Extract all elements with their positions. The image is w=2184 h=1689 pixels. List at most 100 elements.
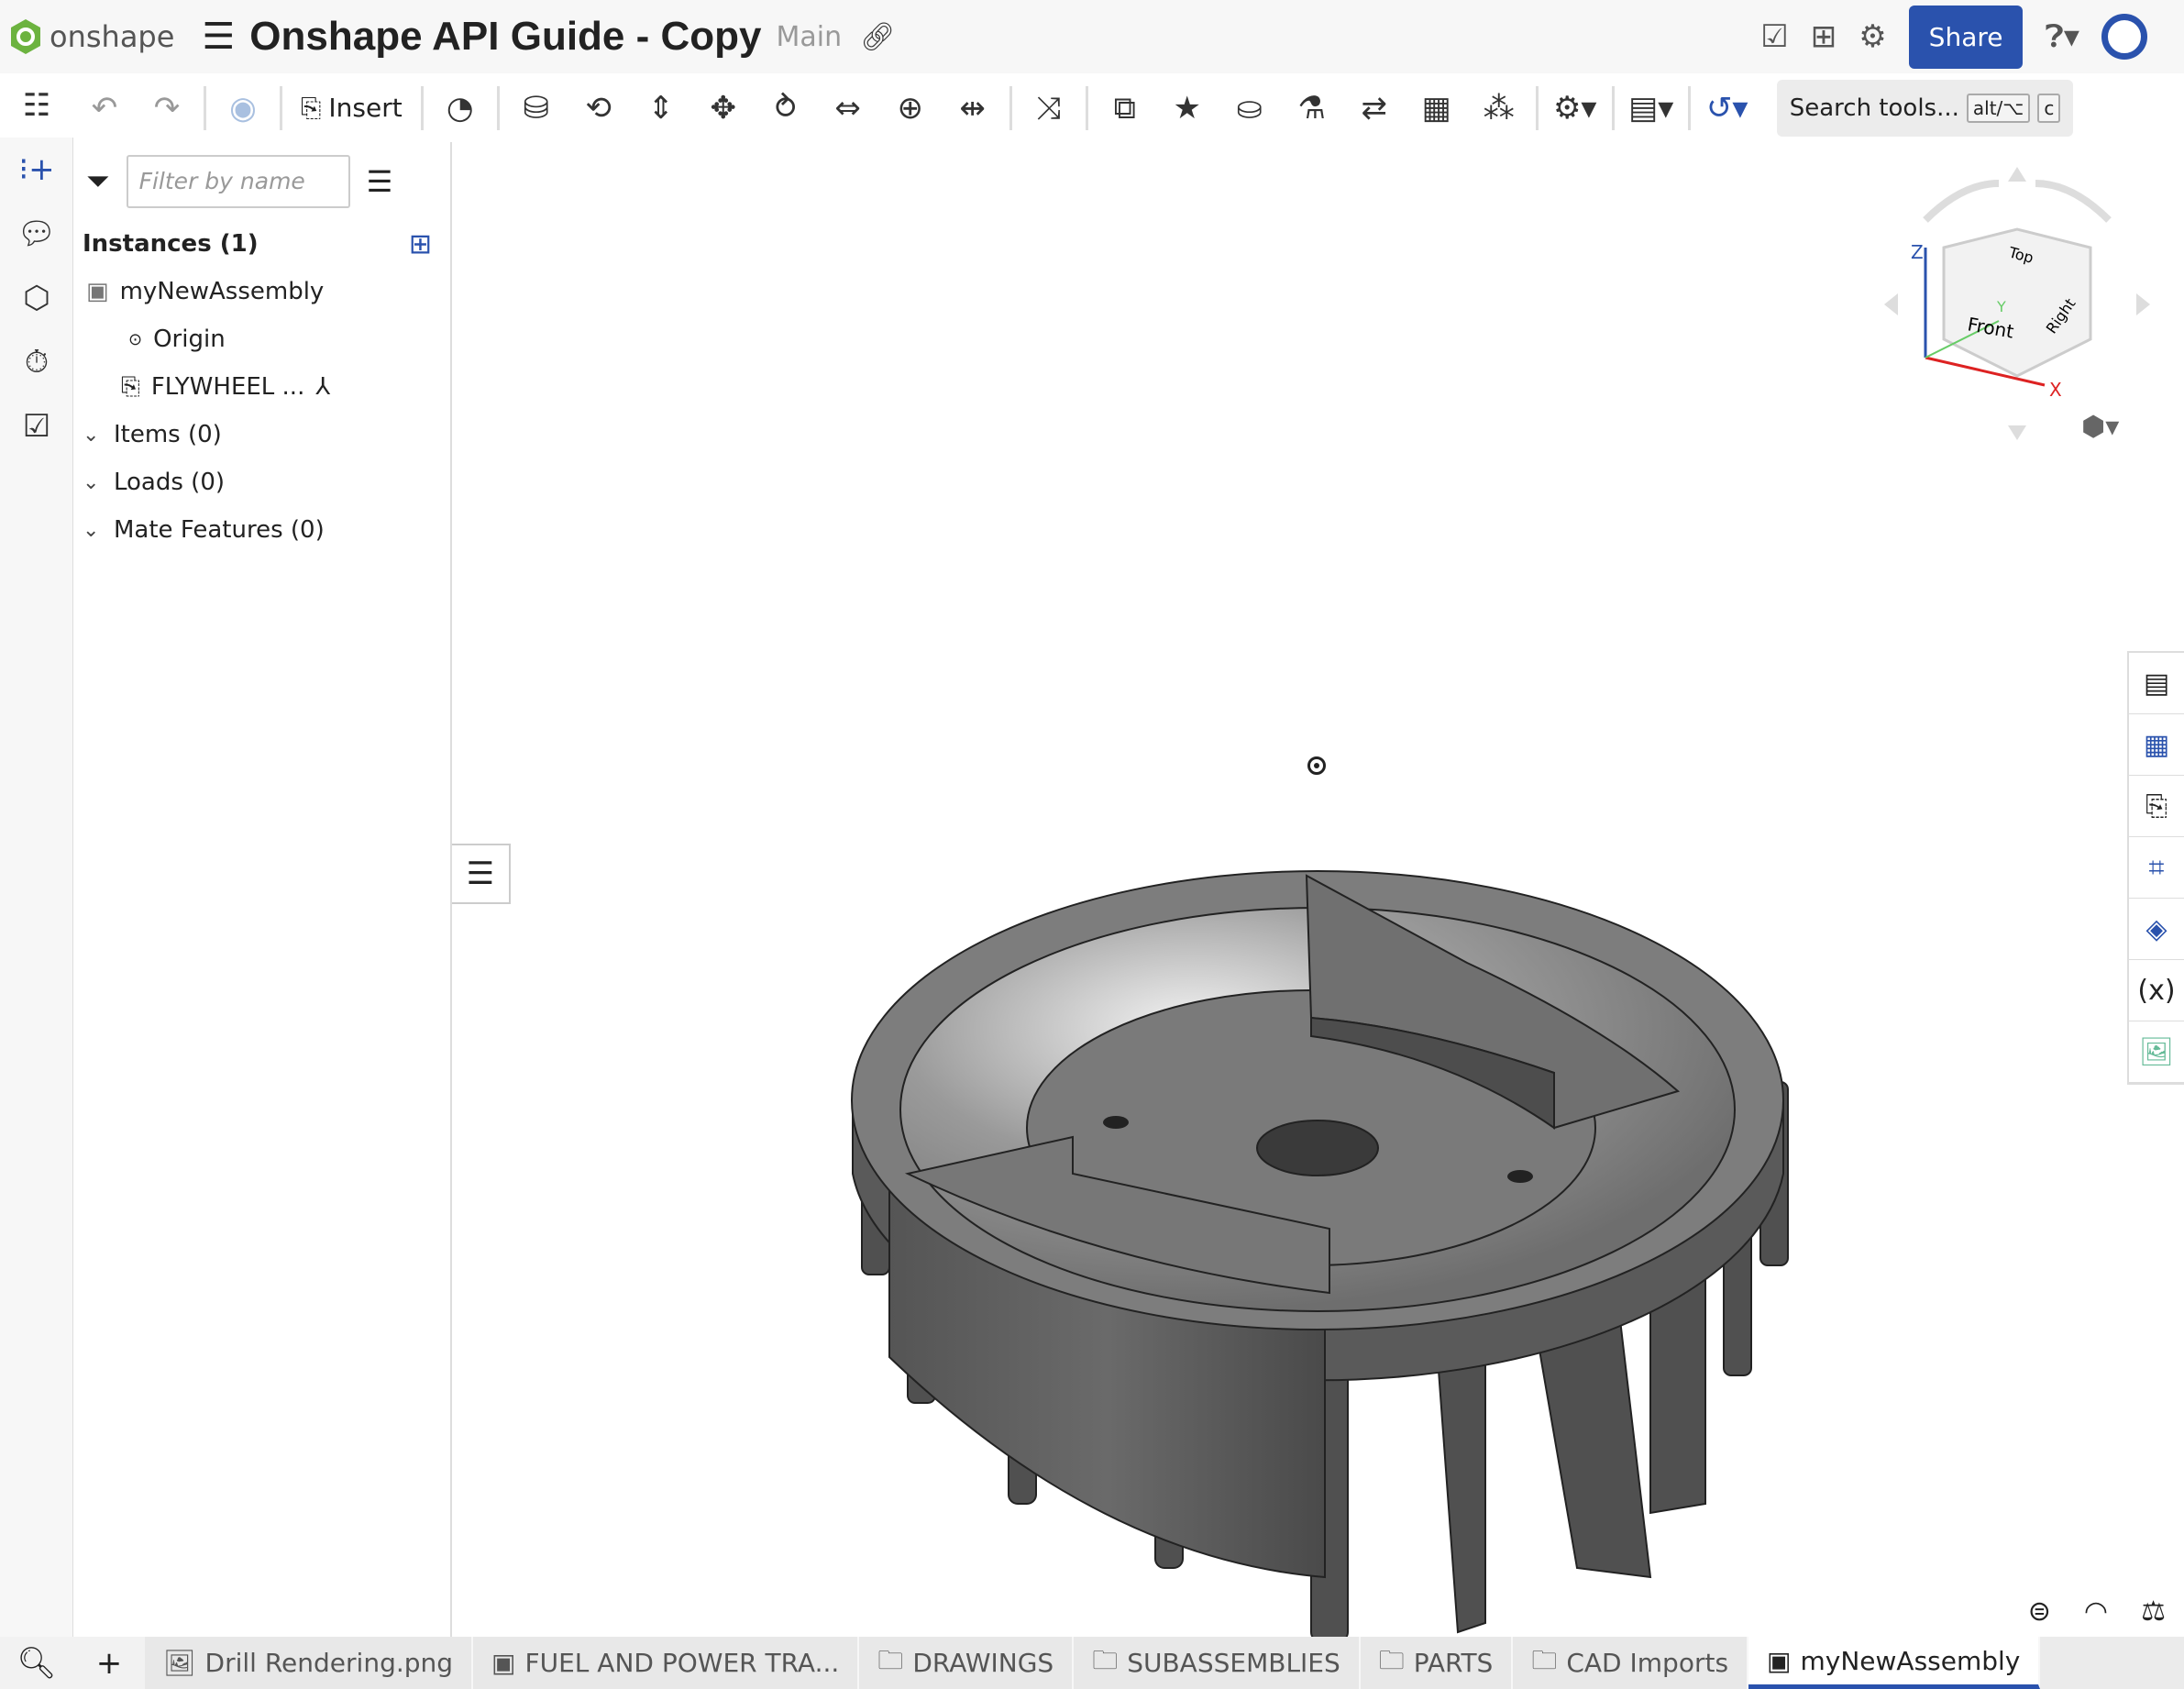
history-icon[interactable]: ⏱ <box>0 330 73 394</box>
parallel-mate-icon[interactable]: ⇹ <box>942 81 1004 136</box>
fixed-icon: ⅄ <box>315 373 331 401</box>
chevron-down-icon[interactable]: ⌄ <box>83 471 103 494</box>
select-icon[interactable]: ⛀ <box>1219 81 1281 136</box>
mass-properties-icon[interactable]: ⚖ <box>2141 1595 2166 1628</box>
insert-button[interactable]: ⎘ Insert <box>288 93 415 124</box>
add-tab-icon[interactable]: + <box>73 1637 145 1689</box>
chevron-down-icon[interactable]: ⌄ <box>83 519 103 542</box>
mate-tree-icon[interactable]: ⎘ <box>2129 776 2184 837</box>
insert-label: Insert <box>328 93 403 123</box>
tree-item-items[interactable]: ⌄ Items (0) <box>73 411 450 458</box>
properties-icon[interactable]: ▤ <box>2129 653 2184 714</box>
image-icon: 🖼︎ <box>163 1648 196 1678</box>
link-icon[interactable]: 🔗︎ <box>860 21 895 53</box>
regenerate-icon[interactable]: ◉ <box>212 81 274 136</box>
axis-z-label: Z <box>1911 241 1924 263</box>
rotate-down-arrow[interactable] <box>2008 425 2026 440</box>
part-icon: ⎘ <box>121 372 140 401</box>
cylindrical-mate-icon[interactable]: ⥁ <box>755 81 817 136</box>
pattern-icon[interactable]: ▦ <box>1406 81 1468 136</box>
bom-table-icon[interactable]: ▦ <box>2129 714 2184 776</box>
collapse-panel-button[interactable]: ☰ <box>452 844 511 904</box>
insert-mate-icon[interactable]: ⁝+ <box>0 138 73 202</box>
tab-my-new-assembly[interactable]: ▣ myNewAssembly <box>1748 1637 2041 1689</box>
redo-icon[interactable]: ↷ <box>136 81 198 136</box>
document-title[interactable]: Onshape API Guide - Copy <box>249 14 761 60</box>
tree-item-loads[interactable]: ⌄ Loads (0) <box>73 458 450 506</box>
right-panel: ▤ ▦ ⎘ ⌗ ◈ (x) 🖼︎ <box>2127 651 2184 1085</box>
folder-icon: 🗀 <box>877 1644 904 1675</box>
tab-label: FUEL AND POWER TRA... <box>524 1648 840 1678</box>
rotate-right-arrow[interactable] <box>2136 293 2150 315</box>
hamburger-menu-icon[interactable]: ☰ <box>202 16 235 58</box>
tab-fuel-and-power[interactable]: ▣ FUEL AND POWER TRA... <box>473 1637 860 1689</box>
explode-icon[interactable]: ⁂ <box>1468 81 1530 136</box>
tree-item-mate-features[interactable]: ⌄ Mate Features (0) <box>73 506 450 554</box>
ball-mate-icon[interactable]: ⊕ <box>879 81 942 136</box>
comments-icon[interactable]: 💬︎ <box>0 202 73 266</box>
tree-item-assembly[interactable]: ▣ myNewAssembly <box>73 268 450 315</box>
view-cube[interactable]: Z X Y Top Front Right ⬢▾ <box>1870 156 2164 458</box>
instances-header: Instances (1) ⊞ <box>73 220 450 268</box>
feature-list-icon[interactable]: ☷ <box>0 73 73 138</box>
slider-mate-icon[interactable]: ⇕ <box>630 81 692 136</box>
chevron-down-icon[interactable]: ⌄ <box>83 424 103 447</box>
search-tabs-icon[interactable]: 🔍︎ <box>0 1637 73 1689</box>
list-view-icon[interactable]: ☰ <box>367 164 393 199</box>
mate-connector-icon[interactable]: ★ <box>1156 81 1219 136</box>
protractor-icon[interactable]: ◠ <box>2084 1595 2108 1628</box>
tab-parts[interactable]: 🗀 PARTS <box>1360 1637 1514 1689</box>
axis-y-label: Y <box>1996 298 2006 315</box>
search-tools-placeholder: Search tools... <box>1789 94 1959 122</box>
user-avatar[interactable] <box>2101 14 2147 60</box>
app-store-icon[interactable]: ⊞ <box>1811 18 1837 55</box>
pin-slot-mate-icon[interactable]: ⇔ <box>817 81 879 136</box>
rotate-up-arrow[interactable] <box>2008 167 2026 182</box>
display-states-icon[interactable]: ▤▾ <box>1620 81 1682 136</box>
onshape-logo[interactable]: onshape <box>9 18 174 55</box>
bom-icon[interactable]: ⬡ <box>0 266 73 330</box>
tab-drawings[interactable]: 🗀 DRAWINGS <box>859 1637 1075 1689</box>
flywheel-model[interactable] <box>825 752 1834 1650</box>
search-tools-input[interactable]: Search tools... alt/⌥ c <box>1776 79 2074 137</box>
assembly-icon: ▣ <box>86 278 109 305</box>
instance-panel: ⏷ Filter by name ☰ Instances (1) ⊞ ▣ myN… <box>73 142 452 1637</box>
mate-connector-panel-icon[interactable]: ⌗ <box>2129 837 2184 899</box>
planar-mate-icon[interactable]: ✥ <box>692 81 755 136</box>
view-options-icon[interactable]: ⬢▾ <box>2081 411 2119 443</box>
render-icon[interactable]: 🖼︎ <box>2129 1021 2184 1083</box>
group-icon[interactable]: ⧉ <box>1094 81 1156 136</box>
undo-icon[interactable]: ↶ <box>73 81 136 136</box>
share-button[interactable]: Share <box>1908 5 2024 69</box>
replicate-icon[interactable]: ◔ <box>429 81 491 136</box>
custom-features-icon[interactable]: ⚙▾ <box>1544 81 1606 136</box>
tasks-icon[interactable]: ☑ <box>1760 18 1788 55</box>
checklist-icon[interactable]: ☑ <box>0 394 73 458</box>
measure-tape-icon[interactable]: ⊜ <box>2028 1595 2051 1628</box>
tree-item-origin[interactable]: ⊙ Origin <box>73 315 450 363</box>
filter-input[interactable]: Filter by name <box>126 154 350 208</box>
filter-icon[interactable]: ⏷ <box>86 163 110 199</box>
fastened-mate-icon[interactable]: ⛁ <box>505 81 568 136</box>
appearance-icon[interactable]: ◈ <box>2129 899 2184 960</box>
tab-subassemblies[interactable]: 🗀 SUBASSEMBLIES <box>1074 1637 1361 1689</box>
tab-drill-rendering[interactable]: 🖼︎ Drill Rendering.png <box>145 1637 474 1689</box>
rotate-left-arrow[interactable] <box>1884 293 1898 315</box>
learning-center-icon[interactable]: ⚙ <box>1859 18 1886 55</box>
new-folder-icon[interactable]: ⊞ <box>409 228 432 260</box>
gear-relation-icon[interactable]: ⚗ <box>1281 81 1343 136</box>
variables-icon[interactable]: (x) <box>2129 960 2184 1021</box>
revolute-mate-icon[interactable]: ⟲ <box>568 81 630 136</box>
tab-cad-imports[interactable]: 🗀 CAD Imports <box>1513 1637 1749 1689</box>
tab-label: SUBASSEMBLIES <box>1127 1648 1340 1678</box>
replace-icon[interactable]: ⇄ <box>1343 81 1406 136</box>
separator <box>1009 85 1012 130</box>
branch-label[interactable]: Main <box>777 21 843 53</box>
animate-icon[interactable]: ↺▾ <box>1696 81 1759 136</box>
tree-item-part[interactable]: ⎘ FLYWHEEL ... ⅄ <box>73 363 450 411</box>
items-label: Items (0) <box>114 421 222 448</box>
help-icon[interactable]: ❓︎▾ <box>2045 18 2079 55</box>
tangent-mate-icon[interactable]: ⤨ <box>1018 81 1080 136</box>
document-tabs: 🔍︎ + 🖼︎ Drill Rendering.png ▣ FUEL AND POW… <box>0 1637 2184 1689</box>
list-icon: ☰ <box>466 856 495 892</box>
